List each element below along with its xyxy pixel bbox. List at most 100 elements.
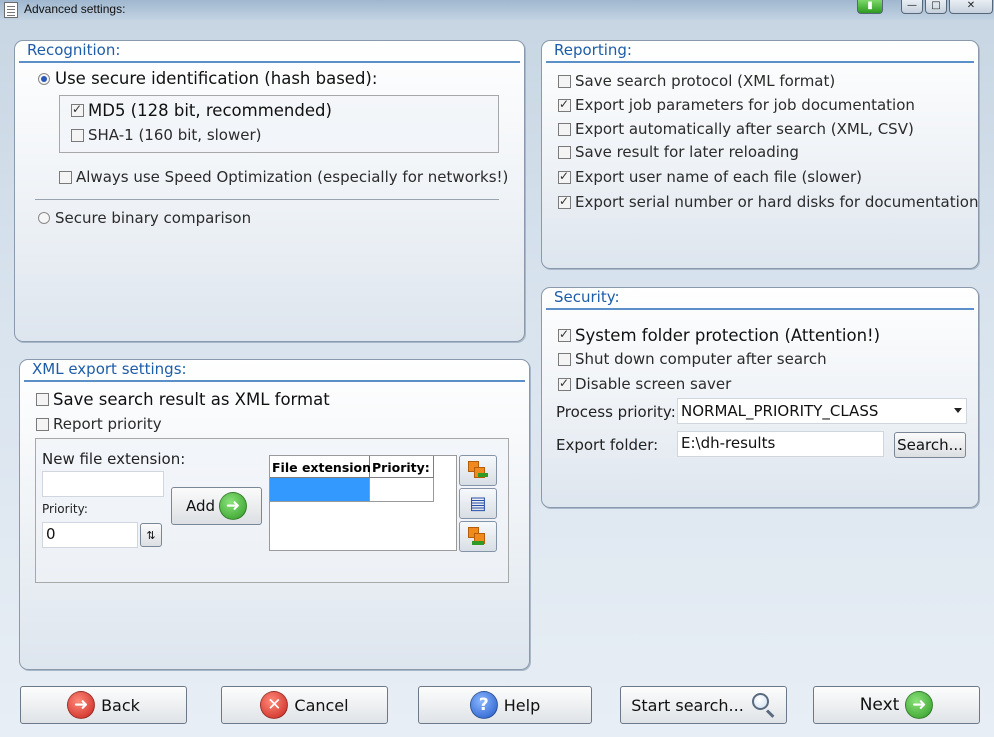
sha1-checkbox[interactable]	[71, 128, 84, 142]
md5-checkbox[interactable]	[71, 102, 84, 117]
extension-grid[interactable]: File extension: Priority:	[269, 455, 457, 551]
window-title: Advanced settings:	[24, 2, 126, 16]
xml-export-rule	[24, 380, 525, 382]
process-priority-label: Process priority:	[556, 403, 676, 421]
speed-opt-label: Always use Speed Optimization (especiall…	[76, 168, 509, 186]
minimize-icon[interactable]: —	[901, 0, 923, 14]
reporting-option-row[interactable]: Save search protocol (XML format)	[558, 72, 835, 90]
search-folder-button[interactable]: Search...	[894, 432, 966, 458]
process-priority-select[interactable]: NORMAL_PRIORITY_CLASS	[677, 398, 967, 424]
close-icon[interactable]: ✕	[949, 0, 993, 14]
binary-row[interactable]: Secure binary comparison	[38, 209, 251, 227]
hash-option-row[interactable]: Use secure identification (hash based):	[38, 69, 377, 88]
new-ext-input[interactable]	[42, 471, 164, 497]
arrow-right-icon: ➜	[905, 691, 934, 719]
grid-cell-extension-selected[interactable]	[270, 478, 370, 502]
screensaver-label: Disable screen saver	[575, 375, 732, 393]
grid-cell-priority[interactable]	[370, 478, 434, 502]
security-rule	[546, 308, 974, 310]
security-title: Security:	[554, 288, 620, 306]
reporting-group: Reporting: Save search protocol (XML for…	[541, 40, 979, 269]
report-priority-checkbox[interactable]	[36, 417, 49, 431]
shutdown-row[interactable]: Shut down computer after search	[558, 350, 827, 368]
reporting-option-label: Save search protocol (XML format)	[575, 72, 836, 90]
start-search-button[interactable]: Start search...	[620, 686, 787, 724]
arrow-left-icon: ➜	[67, 691, 96, 719]
add-button[interactable]: Add ➜	[171, 487, 262, 525]
spin-arrows-icon: ⇅	[146, 528, 156, 542]
priority-input[interactable]: 0	[42, 522, 138, 548]
hash-radio[interactable]	[38, 72, 50, 85]
sha1-label: SHA-1 (160 bit, slower)	[88, 126, 262, 144]
reporting-option-checkbox[interactable]	[558, 194, 571, 209]
reporting-option-row[interactable]: Export automatically after search (XML, …	[558, 120, 914, 138]
cancel-button[interactable]: ✕ Cancel	[221, 686, 388, 724]
reporting-option-label: Export user name of each file (slower)	[575, 168, 862, 186]
dialog-client-area: Recognition: Use secure identification (…	[0, 20, 994, 737]
md5-label: MD5 (128 bit, recommended)	[88, 101, 332, 120]
save-xml-label: Save search result as XML format	[53, 390, 330, 409]
recognition-title: Recognition:	[27, 41, 121, 59]
hash-option-label: Use secure identification (hash based):	[55, 69, 378, 88]
screensaver-row[interactable]: Disable screen saver	[558, 375, 731, 393]
speed-opt-row[interactable]: Always use Speed Optimization (especiall…	[59, 168, 508, 186]
save-xml-checkbox[interactable]	[36, 393, 49, 406]
grid-header-extension[interactable]: File extension:	[270, 456, 376, 478]
start-search-label: Start search...	[631, 695, 744, 715]
screensaver-checkbox[interactable]	[558, 376, 571, 391]
next-label: Next	[859, 695, 900, 715]
speed-opt-checkbox[interactable]	[59, 170, 72, 184]
reporting-option-label: Export automatically after search (XML, …	[575, 120, 914, 138]
reporting-option-label: Save result for later reloading	[575, 143, 799, 161]
help-button[interactable]: ? Help	[418, 686, 592, 724]
reporting-option-label: Export serial number or hard disks for d…	[575, 193, 979, 211]
shutdown-checkbox[interactable]	[558, 352, 571, 366]
reporting-option-row[interactable]: Save result for later reloading	[558, 143, 799, 161]
md5-row[interactable]: MD5 (128 bit, recommended)	[71, 101, 332, 120]
cancel-x-icon: ✕	[260, 691, 289, 719]
title-bar: Advanced settings: ▮ — □ ✕	[0, 0, 994, 20]
reporting-option-checkbox[interactable]	[558, 122, 571, 136]
next-button[interactable]: Next ➜	[813, 686, 980, 724]
binary-radio[interactable]	[38, 212, 50, 224]
security-group: Security: System folder protection (Atte…	[541, 287, 979, 508]
reporting-option-label: Export job parameters for job documentat…	[575, 96, 915, 114]
help-label: Help	[503, 695, 541, 715]
arrow-right-icon: ➜	[219, 492, 248, 520]
xml-export-title: XML export settings:	[32, 360, 187, 378]
system-folder-checkbox[interactable]	[558, 327, 571, 342]
save-xml-row[interactable]: Save search result as XML format	[36, 390, 330, 409]
cancel-label: Cancel	[294, 695, 349, 715]
extra-window-icon[interactable]: ▮	[857, 0, 883, 14]
add-label: Add	[185, 497, 216, 515]
sha1-row[interactable]: SHA-1 (160 bit, slower)	[71, 126, 262, 144]
back-label: Back	[101, 695, 140, 715]
report-priority-label: Report priority	[53, 415, 162, 433]
recognition-divider	[35, 199, 499, 200]
grid-header-priority[interactable]: Priority:	[370, 456, 434, 478]
export-folder-input[interactable]: E:\dh-results	[677, 431, 884, 457]
back-button[interactable]: ➜ Back	[20, 686, 187, 724]
recognition-rule	[19, 61, 520, 63]
system-folder-row[interactable]: System folder protection (Attention!)	[558, 326, 880, 345]
save-list-button[interactable]: ▤	[459, 488, 497, 519]
reporting-option-checkbox[interactable]	[558, 169, 571, 184]
import-button[interactable]	[459, 455, 497, 486]
maximize-icon[interactable]: □	[925, 0, 947, 14]
recognition-group: Recognition: Use secure identification (…	[14, 40, 525, 342]
priority-spin-button[interactable]: ⇅	[140, 523, 162, 547]
import-icon	[468, 460, 488, 481]
reporting-title: Reporting:	[554, 41, 632, 59]
floppy-disk-icon: ▤	[469, 493, 487, 514]
reporting-option-checkbox[interactable]	[558, 145, 571, 159]
reporting-option-row[interactable]: Export job parameters for job documentat…	[558, 96, 915, 114]
reporting-option-checkbox[interactable]	[558, 74, 571, 88]
reporting-option-row[interactable]: Export serial number or hard disks for d…	[558, 193, 978, 211]
new-ext-label: New file extension:	[42, 450, 186, 468]
report-priority-row[interactable]: Report priority	[36, 415, 162, 433]
reporting-option-row[interactable]: Export user name of each file (slower)	[558, 168, 862, 186]
export-button[interactable]	[459, 521, 497, 552]
magnifier-icon	[750, 692, 776, 718]
reporting-option-checkbox[interactable]	[558, 97, 571, 112]
priority-label: Priority:	[42, 502, 88, 516]
